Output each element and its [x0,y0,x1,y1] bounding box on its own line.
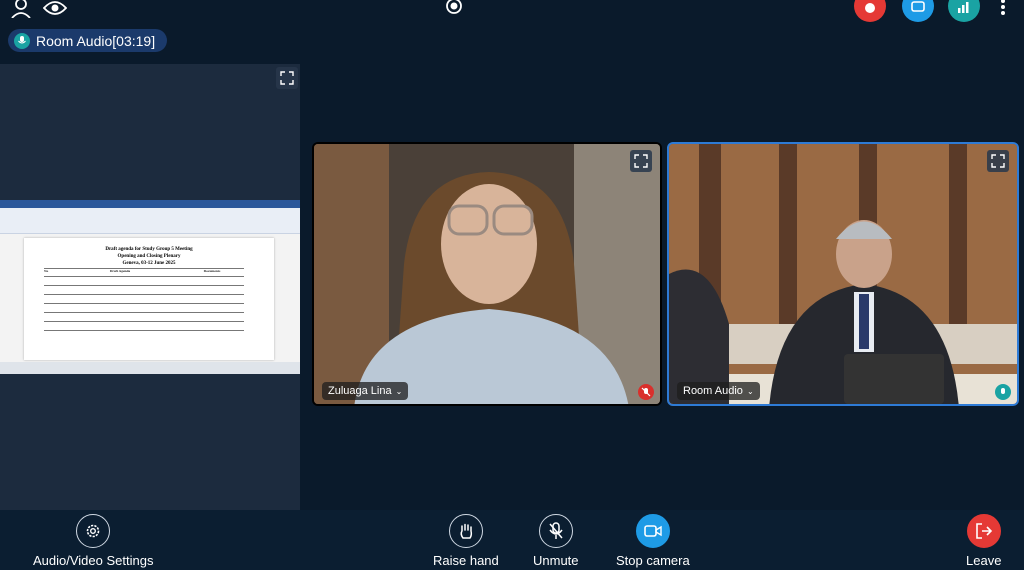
unmute-label: Unmute [533,553,579,568]
document-subtitle: Opening and Closing Plenary [117,254,181,259]
stop-camera-label: Stop camera [616,553,690,568]
audio-video-settings-button[interactable]: Audio/Video Settings [33,514,153,568]
gear-icon [76,514,111,548]
fullscreen-icon[interactable] [630,150,652,172]
raise-hand-button[interactable]: Raise hand [433,514,499,568]
camera-icon [635,514,670,548]
chevron-down-icon: ⌄ [746,386,754,396]
leave-icon [966,514,1001,548]
video-tile-room-audio[interactable]: Room Audio ⌄ [667,142,1019,406]
active-mic-icon [995,384,1011,400]
col-docs: Documents [203,269,221,273]
col-no: No [44,269,49,273]
col-agenda: Draft Agenda [109,269,131,273]
video-tile-participant-1[interactable]: Zuluaga Lina ⌄ [312,142,662,406]
signal-icon[interactable] [948,0,980,22]
participant-name-tag[interactable]: Zuluaga Lina ⌄ [322,382,409,400]
top-bar [0,0,1024,22]
control-bar: Audio/Video Settings Raise hand Unmute S… [0,510,1024,570]
word-ribbon [0,200,300,234]
leave-button[interactable]: Leave [966,514,1001,568]
audio-video-settings-label: Audio/Video Settings [33,553,154,568]
raise-hand-label: Raise hand [433,553,499,568]
leave-label: Leave [966,553,1002,568]
chevron-down-icon: ⌄ [395,386,403,396]
fullscreen-icon[interactable] [987,150,1009,172]
room-audio-indicator[interactable]: Room Audio[03:19] [8,29,168,52]
view-icon[interactable] [42,0,68,20]
hand-icon [448,514,483,548]
fullscreen-icon[interactable] [276,67,298,89]
unmute-button[interactable]: Unmute [533,514,579,568]
agenda-table: No Draft Agenda Documents [44,268,244,331]
more-options-icon[interactable] [990,0,1016,20]
room-audio-label: Room Audio[03:19] [36,32,156,49]
windows-taskbar [0,362,300,374]
participant-video [314,144,660,404]
stop-camera-button[interactable]: Stop camera [616,514,690,568]
shared-document: Draft agenda for Study Group 5 Meeting O… [0,200,300,374]
participant-name: Zuluaga Lina [328,385,392,397]
document-location: Geneva, 03-12 June 2025 [122,261,176,266]
participants-icon[interactable] [8,0,34,20]
participant-name-tag[interactable]: Room Audio ⌄ [677,382,760,400]
room-video [669,144,1017,404]
document-page: Draft agenda for Study Group 5 Meeting O… [24,238,274,360]
mic-icon [14,32,30,49]
participant-name: Room Audio [683,385,743,397]
chat-icon[interactable] [902,0,934,22]
document-title: Draft agenda for Study Group 5 Meeting [105,247,193,252]
muted-mic-icon [538,514,573,548]
alert-icon[interactable] [854,0,886,22]
muted-mic-icon [638,384,654,400]
record-icon[interactable] [441,0,467,20]
